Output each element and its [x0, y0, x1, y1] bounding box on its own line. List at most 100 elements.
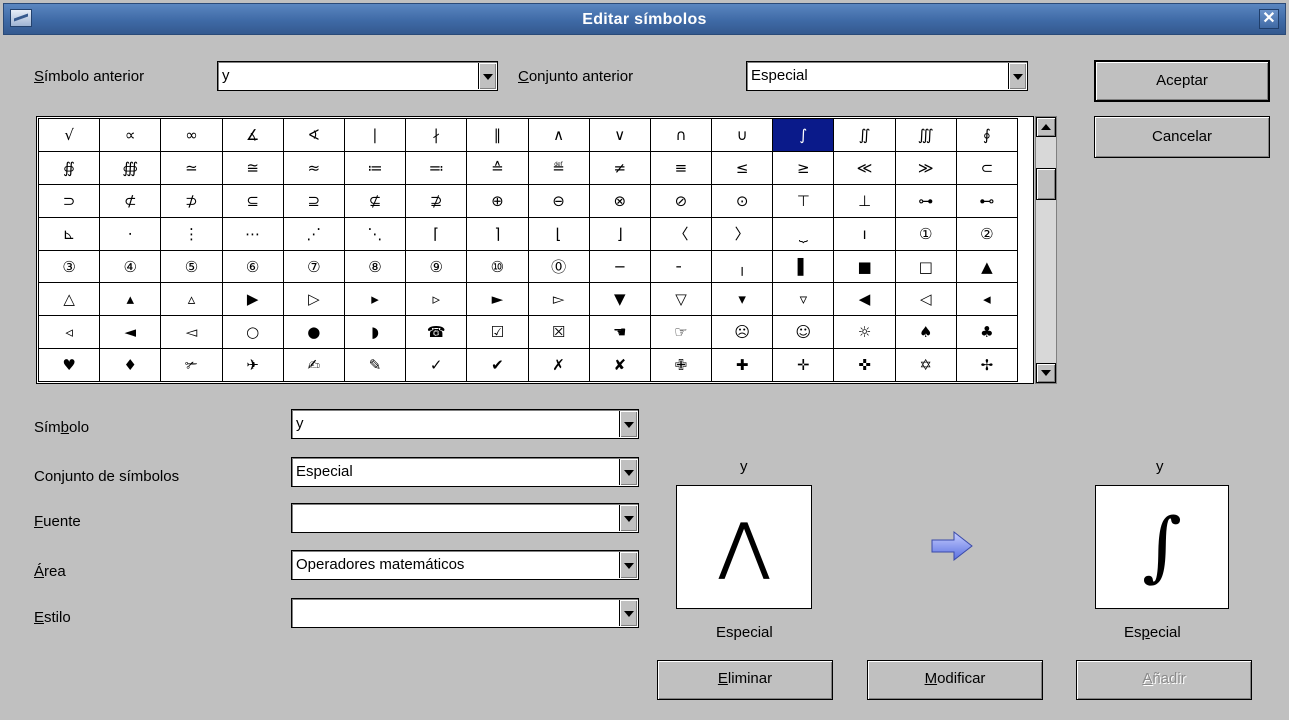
symbol-cell[interactable]: ≕ — [405, 150, 468, 185]
symbol-cell[interactable]: ≠ — [588, 150, 651, 185]
symbol-cell[interactable]: ⋮ — [160, 216, 223, 251]
symbol-cell[interactable]: ∰ — [99, 150, 162, 185]
symbol-cell[interactable]: ☺ — [772, 315, 835, 350]
symbol-cell[interactable]: ∯ — [37, 150, 101, 185]
symbol-cell[interactable]: ∮ — [955, 118, 1019, 152]
symbol-cell[interactable]: ⊥ — [833, 183, 896, 218]
symbol-cell[interactable]: ✙ — [649, 348, 713, 383]
symbol-cell[interactable]: ☹ — [711, 315, 774, 350]
symbol-cell[interactable]: ⌈ — [405, 216, 468, 251]
symbol-cell[interactable]: ▸ — [343, 282, 407, 317]
symbol-cell[interactable]: ◂ — [955, 282, 1019, 317]
symbol-cell[interactable]: ⑩ — [466, 249, 529, 284]
symbol-cell[interactable]: ╷ — [711, 249, 774, 284]
symbol-cell[interactable]: ☚ — [588, 315, 651, 350]
symbol-cell[interactable]: ● — [282, 315, 345, 350]
symbol-cell[interactable]: ⋯ — [221, 216, 284, 251]
symbol-cell[interactable]: ≔ — [343, 150, 407, 185]
symbol-grid[interactable]: √ ∝ ∞ ∡ ∢ ∣ ∤ ∥ ∧ ∨ ∩ ∪ ∫ ∬ ∭ ∮ ∯ ∰ ≃ ≅ ≈ ≔ ≕ ≙ ≝ ≠ ≡ ≤ ≥ ≪ ≫ ⊂ ⊃ ⊄ ⊅ ⊆ ⊇ ⊈ ⊉ ⊕… — [36, 116, 1034, 384]
cancel-button[interactable]: Cancelar — [1094, 116, 1270, 158]
symbol-cell[interactable]: ≃ — [160, 150, 223, 185]
symbol-cell[interactable]: ☒ — [527, 315, 590, 350]
symbol-cell[interactable]: ▷ — [282, 282, 345, 317]
accept-button[interactable]: Aceptar — [1094, 60, 1270, 102]
symbol-combo[interactable]: y — [291, 409, 639, 439]
symbol-cell[interactable]: ⑨ — [405, 249, 468, 284]
scroll-up-button[interactable] — [1036, 117, 1056, 137]
symbol-cell[interactable]: ⊅ — [160, 183, 223, 218]
symbol-cell[interactable]: ✓ — [405, 348, 468, 383]
symbol-cell[interactable]: ♠ — [894, 315, 957, 350]
symbol-cell[interactable]: ∡ — [221, 118, 284, 152]
symbol-cell[interactable]: ⑤ — [160, 249, 223, 284]
delete-button[interactable]: Eliminar — [657, 660, 833, 700]
symbol-cell[interactable]: ✗ — [527, 348, 590, 383]
symbol-cell[interactable]: ✎ — [343, 348, 407, 383]
symbol-dropdown-button[interactable] — [619, 411, 637, 437]
symbol-cell[interactable]: ⊘ — [649, 183, 713, 218]
symbol-cell[interactable]: ∩ — [649, 118, 713, 152]
symbol-cell[interactable]: ≡ — [649, 150, 713, 185]
symbol-cell[interactable]: ≪ — [833, 150, 896, 185]
symbol-cell[interactable]: ⊗ — [588, 183, 651, 218]
symbol-cell[interactable]: ≙ — [466, 150, 529, 185]
symbol-cell[interactable]: ▵ — [160, 282, 223, 317]
symbol-cell[interactable]: ∨ — [588, 118, 651, 152]
style-combo[interactable] — [291, 598, 639, 628]
style-dropdown-button[interactable] — [619, 600, 637, 626]
symbol-cell[interactable]: □ — [894, 249, 957, 284]
scroll-down-button[interactable] — [1036, 363, 1056, 383]
symbol-cell[interactable]: ∞ — [160, 118, 223, 152]
symbol-cell[interactable]: √ — [37, 118, 101, 152]
symbol-cell[interactable]: ④ — [99, 249, 162, 284]
symbol-cell[interactable]: ı — [833, 216, 896, 251]
symbol-cell[interactable]: ⊷ — [955, 183, 1019, 218]
symbol-cell[interactable]: ⊙ — [711, 183, 774, 218]
symbol-cell[interactable]: ○ — [221, 315, 284, 350]
modify-button[interactable]: Modificar — [867, 660, 1043, 700]
symbol-cell[interactable]: ◀ — [833, 282, 896, 317]
symbol-cell[interactable]: ⓪ — [527, 249, 590, 284]
symbol-cell[interactable]: ✚ — [711, 348, 774, 383]
symbol-cell[interactable]: ▌ — [772, 249, 835, 284]
symbol-cell[interactable]: ⌉ — [466, 216, 529, 251]
symbol-table[interactable]: √ ∝ ∞ ∡ ∢ ∣ ∤ ∥ ∧ ∨ ∩ ∪ ∫ ∬ ∭ ∮ ∯ ∰ ≃ ≅ ≈ ≔ ≕ ≙ ≝ ≠ ≡ ≤ ≥ ≪ ≫ ⊂ ⊃ ⊄ ⊅ ⊆ ⊇ ⊈ ⊉ ⊕… — [37, 118, 1019, 383]
symbol-cell[interactable]: ► — [466, 282, 529, 317]
symbol-cell[interactable]: ⊃ — [37, 183, 101, 218]
font-combo[interactable] — [291, 503, 639, 533]
symbol-cell[interactable]: 〈 — [649, 216, 713, 251]
symbol-set-dropdown-button[interactable] — [619, 459, 637, 485]
symbol-cell[interactable]: ① — [894, 216, 957, 251]
symbol-cell[interactable]: ☼ — [833, 315, 896, 350]
prev-symbol-dropdown-button[interactable] — [478, 63, 496, 89]
prev-symbol-combo[interactable]: y — [217, 61, 498, 91]
close-icon[interactable]: ✕ — [1259, 9, 1279, 29]
symbol-set-combo[interactable]: Especial — [291, 457, 639, 487]
symbol-cell[interactable]: ⊤ — [772, 183, 835, 218]
symbol-cell[interactable]: ⊾ — [37, 216, 101, 251]
symbol-cell[interactable]: ✛ — [772, 348, 835, 383]
symbol-cell[interactable]: ✈ — [221, 348, 284, 383]
prev-set-dropdown-button[interactable] — [1008, 63, 1026, 89]
scroll-thumb[interactable] — [1036, 168, 1056, 200]
symbol-cell[interactable]: ⋰ — [282, 216, 345, 251]
symbol-cell[interactable]: ♣ — [955, 315, 1019, 350]
font-dropdown-button[interactable] — [619, 505, 637, 531]
symbol-cell[interactable]: ② — [955, 216, 1019, 251]
symbol-cell[interactable]: ≅ — [221, 150, 284, 185]
symbol-cell[interactable]: ◃ — [37, 315, 101, 350]
symbol-cell[interactable]: ⊖ — [527, 183, 590, 218]
symbol-cell[interactable]: ▿ — [772, 282, 835, 317]
symbol-cell[interactable]: ◗ — [343, 315, 407, 350]
symbol-cell[interactable]: ⊕ — [466, 183, 529, 218]
symbol-cell[interactable]: ≈ — [282, 150, 345, 185]
symbol-cell[interactable]: ∝ — [99, 118, 162, 152]
symbol-cell[interactable]: ⊂ — [955, 150, 1019, 185]
symbol-cell[interactable]: ③ — [37, 249, 101, 284]
symbol-cell[interactable]: 〉 — [711, 216, 774, 251]
symbol-cell[interactable]: ⑧ — [343, 249, 407, 284]
symbol-cell[interactable]: ∧ — [527, 118, 590, 152]
symbol-cell[interactable]: ─ — [588, 249, 651, 284]
symbol-cell[interactable]: ✔ — [466, 348, 529, 383]
symbol-cell[interactable]: ∣ — [343, 118, 407, 152]
